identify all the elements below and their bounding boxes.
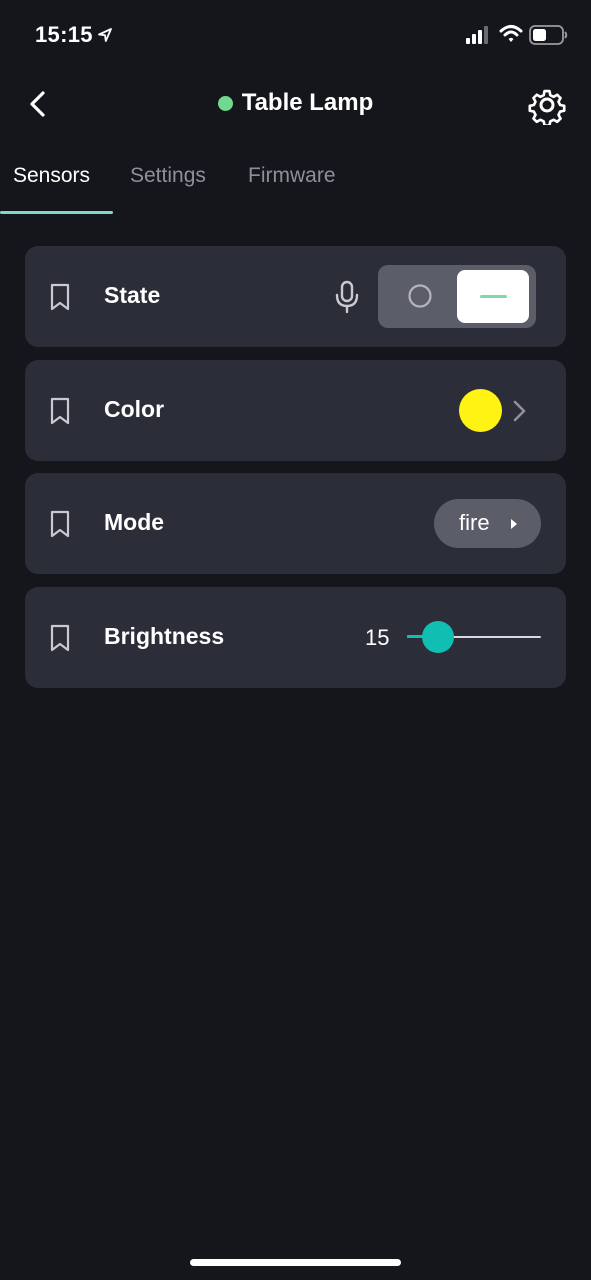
bookmark-icon[interactable] bbox=[49, 397, 71, 425]
bookmark-icon[interactable] bbox=[49, 283, 71, 311]
mode-select[interactable]: fire bbox=[434, 499, 541, 548]
caret-right-icon bbox=[511, 519, 517, 529]
device-screen: 15:15 Table Lamp Sensors Settings Firmwa… bbox=[0, 0, 591, 1280]
sensor-card-mode: Mode fire bbox=[25, 473, 566, 574]
color-swatch[interactable] bbox=[459, 389, 502, 432]
power-on-line-icon bbox=[480, 295, 507, 298]
chevron-right-icon[interactable] bbox=[511, 397, 529, 425]
battery-icon bbox=[529, 25, 568, 45]
brightness-slider[interactable] bbox=[407, 620, 541, 654]
sensor-card-color[interactable]: Color bbox=[25, 360, 566, 461]
microphone-icon[interactable] bbox=[334, 280, 360, 314]
toggle-on-knob bbox=[457, 270, 529, 323]
page-title: Table Lamp bbox=[241, 89, 374, 116]
sensor-card-state: State bbox=[25, 246, 566, 347]
status-time: 15:15 bbox=[35, 22, 93, 47]
bookmark-icon[interactable] bbox=[49, 510, 71, 538]
mode-value: fire bbox=[459, 510, 490, 535]
tab-settings[interactable]: Settings bbox=[130, 164, 206, 188]
power-off-circle-icon bbox=[408, 284, 432, 308]
sensor-label-color: Color bbox=[104, 396, 165, 422]
sensor-card-brightness: Brightness 15 bbox=[25, 587, 566, 688]
online-status-dot bbox=[217, 95, 233, 111]
header: Table Lamp bbox=[0, 70, 591, 140]
sensor-label-brightness: Brightness bbox=[104, 623, 225, 649]
active-tab-indicator bbox=[0, 211, 113, 214]
slider-thumb[interactable] bbox=[422, 621, 454, 653]
tab-bar: Sensors Settings Firmware bbox=[0, 150, 591, 216]
tab-sensors[interactable]: Sensors bbox=[13, 164, 90, 188]
tab-firmware[interactable]: Firmware bbox=[248, 164, 336, 188]
home-indicator bbox=[190, 1259, 401, 1266]
bookmark-icon[interactable] bbox=[49, 624, 71, 652]
sensor-label-mode: Mode bbox=[104, 509, 165, 535]
title-wrap: Table Lamp bbox=[0, 89, 591, 117]
cellular-signal-icon bbox=[466, 26, 488, 44]
status-bar: 15:15 bbox=[0, 0, 591, 70]
gear-icon bbox=[528, 89, 566, 127]
brightness-value: 15 bbox=[365, 625, 390, 650]
sensor-label-state: State bbox=[104, 282, 161, 308]
state-toggle[interactable] bbox=[378, 265, 536, 328]
settings-button[interactable] bbox=[527, 85, 567, 127]
location-arrow-icon bbox=[98, 28, 112, 42]
wifi-icon bbox=[499, 25, 523, 42]
